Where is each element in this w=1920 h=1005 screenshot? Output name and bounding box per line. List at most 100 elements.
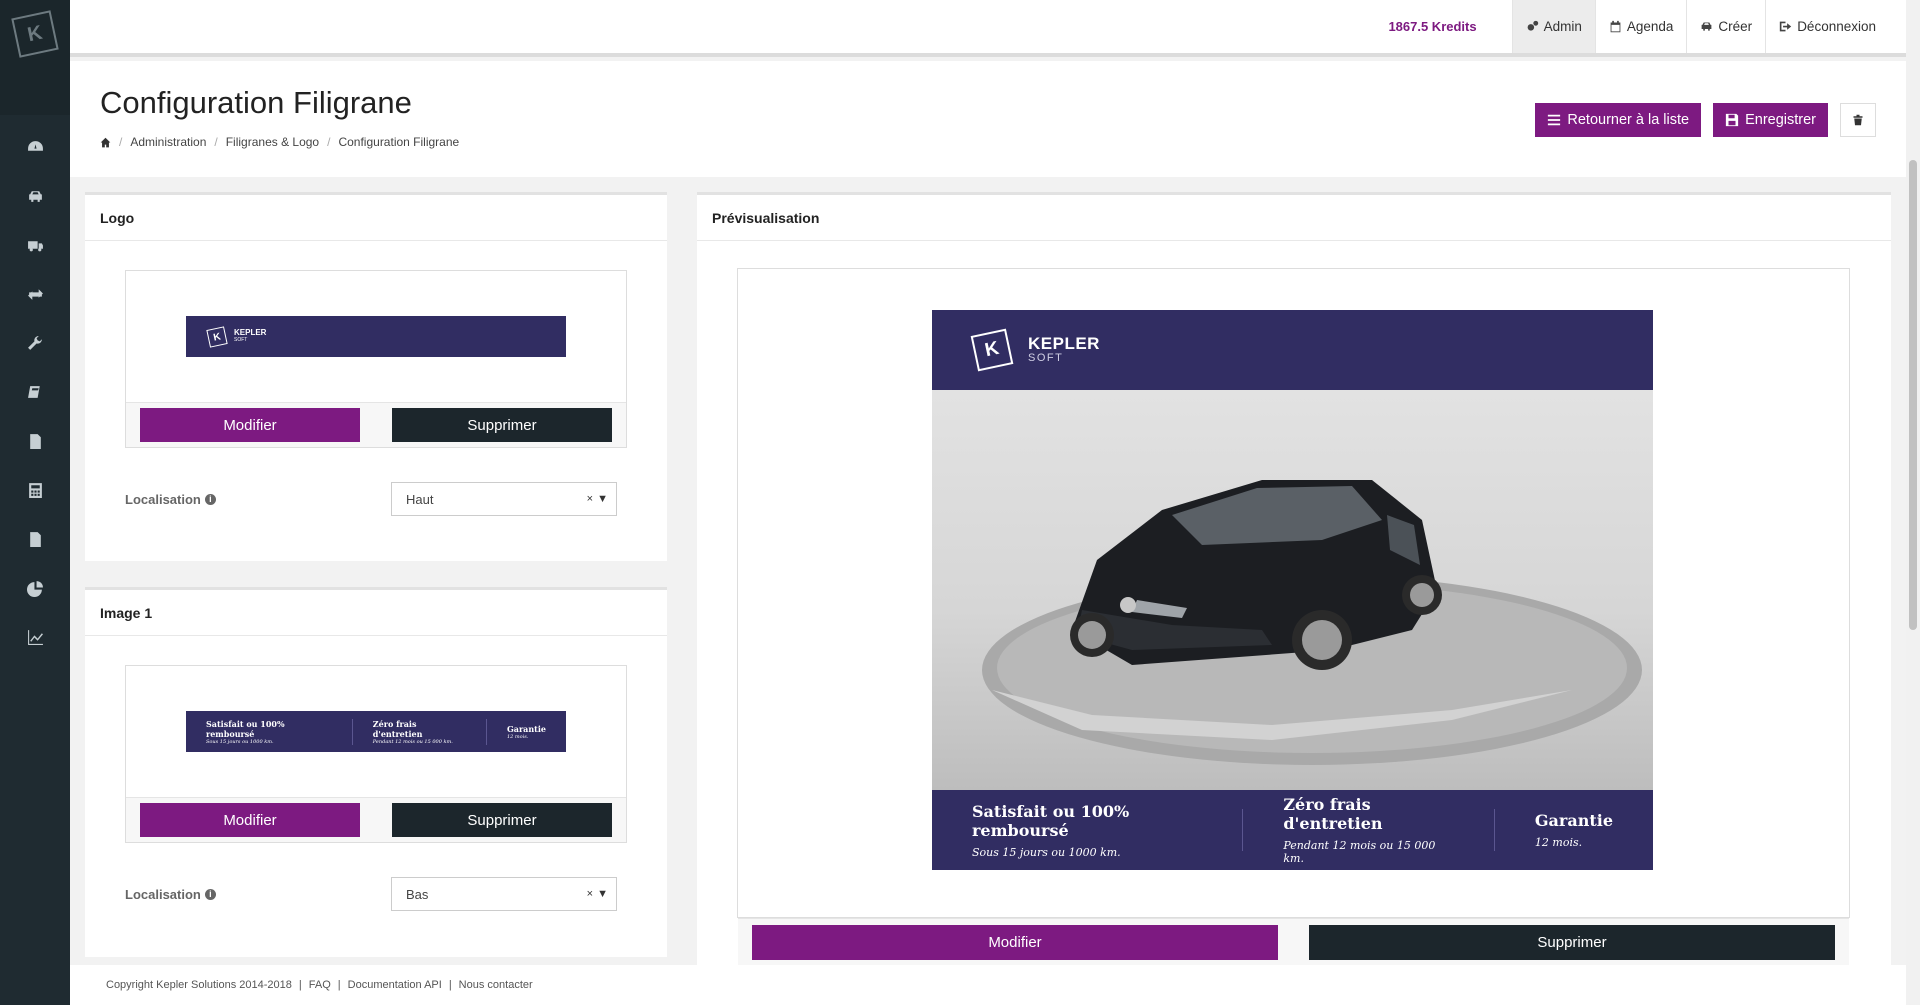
dashboard-icon <box>27 141 43 151</box>
sidebar-item-workshop[interactable] <box>0 319 70 368</box>
breadcrumb-item-administration[interactable]: Administration <box>130 135 206 149</box>
app-logo[interactable]: K <box>0 0 70 115</box>
preview-button-row: Modifier Supprimer <box>738 918 1849 965</box>
sidebar-item-dashboard[interactable] <box>0 123 70 172</box>
nav-create[interactable]: Créer <box>1686 0 1765 53</box>
logo-letter: K <box>25 21 45 46</box>
page-title: Configuration Filigrane <box>100 85 412 120</box>
trash-icon <box>1853 114 1863 126</box>
sidebar-item-exchange[interactable] <box>0 270 70 319</box>
footer: Copyright Kepler Solutions 2014-2018 | F… <box>70 965 1906 1005</box>
back-to-list-button[interactable]: Retourner à la liste <box>1535 103 1702 137</box>
sidebar-item-vehicles[interactable] <box>0 172 70 221</box>
sign-out-icon <box>1780 21 1792 32</box>
scrollbar-thumb[interactable] <box>1909 160 1917 630</box>
nav-admin[interactable]: Admin <box>1511 0 1595 53</box>
delete-button[interactable] <box>1840 103 1876 137</box>
nav-logout[interactable]: Déconnexion <box>1765 0 1906 53</box>
footer-link-api-docs[interactable]: Documentation API <box>348 979 442 991</box>
list-icon <box>1548 114 1561 126</box>
feature-maintenance: Zéro frais d'entretien Pendant 12 mois ou… <box>1243 795 1495 865</box>
logo-location-value: Haut <box>406 491 434 507</box>
back-to-list-label: Retourner à la liste <box>1567 112 1690 128</box>
feature-sub: Sous 15 jours ou 1000 km. <box>972 845 1121 859</box>
line-chart-icon <box>27 630 43 645</box>
sidebar-item-reports[interactable] <box>0 515 70 564</box>
image1-delete-button[interactable]: Supprimer <box>392 803 612 837</box>
feature-sub: 12 mois. <box>1534 836 1583 849</box>
save-label: Enregistrer <box>1745 112 1816 128</box>
calendar-icon <box>1610 20 1621 33</box>
save-button[interactable]: Enregistrer <box>1713 103 1828 137</box>
nav-agenda[interactable]: Agenda <box>1594 0 1687 53</box>
mini-brand-name: KEPLER <box>234 328 267 338</box>
feature-warranty: Garantie 12 mois. <box>1495 809 1653 851</box>
file-icon <box>29 434 41 449</box>
sidebar-nav <box>0 115 70 662</box>
sidebar-item-stats[interactable] <box>0 564 70 613</box>
feature-refund: Satisfait ou 100% remboursé Sous 15 jours… <box>932 802 1244 859</box>
footer-link-contact[interactable]: Nous contacter <box>459 979 533 991</box>
image1-modify-button[interactable]: Modifier <box>140 803 360 837</box>
mini-feature-3: Garantie 12 mois. <box>487 724 566 740</box>
preview-modify-button[interactable]: Modifier <box>752 924 1278 960</box>
mini-k-letter: K <box>212 330 222 343</box>
top-bar: 1867.5 Kredits Admin Agenda Créer Déconn… <box>70 0 1906 57</box>
kepler-k-icon: K <box>970 328 1014 372</box>
image1-location-select[interactable]: Bas × ▼ <box>391 877 617 911</box>
image1-thumbnail: Satisfait ou 100% remboursé Sous 15 jours… <box>186 711 566 752</box>
kepler-logo-icon: K <box>11 10 59 58</box>
footer-link-faq[interactable]: FAQ <box>309 979 331 991</box>
nav-logout-label: Déconnexion <box>1797 19 1876 34</box>
sidebar-item-transport[interactable] <box>0 221 70 270</box>
watermark-brand-sub: SOFT <box>1028 352 1064 365</box>
clear-icon[interactable]: × <box>587 888 593 900</box>
logo-panel: Logo K KEPLER SOFT Modifier Supprimer Loc… <box>85 192 667 561</box>
info-icon[interactable]: i <box>204 493 216 505</box>
watermark-brand: KEPLER SOFT <box>1028 335 1100 364</box>
logo-modify-button[interactable]: Modifier <box>140 408 360 442</box>
footer-separator: | <box>337 979 341 991</box>
mini-feature-sub: Sous 15 jours ou 1000 km. <box>206 738 274 745</box>
pie-chart-icon <box>26 581 43 597</box>
page-header: Configuration Filigrane / Administration… <box>70 61 1906 177</box>
image1-panel-title: Image 1 <box>85 590 667 636</box>
clear-icon[interactable]: × <box>587 493 593 505</box>
image1-location-label-text: Localisation <box>125 886 201 902</box>
logo-location-select[interactable]: Haut × ▼ <box>391 482 617 516</box>
breadcrumb-separator: / <box>327 135 331 149</box>
image1-preview: Satisfait ou 100% remboursé Sous 15 jours… <box>126 666 626 798</box>
image1-uploader: Satisfait ou 100% remboursé Sous 15 jours… <box>125 665 627 843</box>
caret-down-icon[interactable]: ▼ <box>597 493 608 505</box>
home-icon[interactable] <box>100 137 111 148</box>
preview-panel-title: Prévisualisation <box>697 195 1891 241</box>
watermark-feature-banner: Satisfait ou 100% remboursé Sous 15 jours… <box>932 790 1653 870</box>
sidebar-item-catalog[interactable] <box>0 368 70 417</box>
select-controls: × ▼ <box>587 493 608 505</box>
feature-title: Garantie <box>1534 811 1613 830</box>
save-icon <box>1725 113 1739 127</box>
feature-sub: Pendant 12 mois ou 15 000 km. <box>1283 839 1436 865</box>
image1-location-row: Localisation i Bas × ▼ <box>125 877 617 911</box>
caret-down-icon[interactable]: ▼ <box>597 888 608 900</box>
footer-separator: | <box>448 979 452 991</box>
logo-delete-button[interactable]: Supprimer <box>392 408 612 442</box>
sidebar-item-documents[interactable] <box>0 417 70 466</box>
mini-feature-title: Satisfait ou 100% remboursé <box>206 718 285 739</box>
breadcrumb-separator: / <box>214 135 218 149</box>
vehicle-photo <box>932 390 1653 790</box>
image1-location-value: Bas <box>406 886 429 902</box>
breadcrumb-item-filigranes[interactable]: Filigranes & Logo <box>226 135 319 149</box>
watermark-logo-banner: K KEPLER SOFT <box>932 310 1653 390</box>
feature-title: Zéro frais d'entretien <box>1283 795 1383 833</box>
sidebar-item-calculator[interactable] <box>0 466 70 515</box>
sidebar-item-analytics[interactable] <box>0 613 70 662</box>
image1-panel: Image 1 Satisfait ou 100% remboursé Sous … <box>85 587 667 957</box>
header-actions: Retourner à la liste Enregistrer <box>1535 103 1876 137</box>
page-scrollbar[interactable] <box>1906 0 1920 1005</box>
preview-delete-button[interactable]: Supprimer <box>1309 924 1835 960</box>
logo-panel-title: Logo <box>85 195 667 241</box>
footer-separator: | <box>298 979 302 991</box>
footer-copyright: Copyright Kepler Solutions 2014-2018 <box>106 979 292 991</box>
info-icon[interactable]: i <box>204 888 216 900</box>
